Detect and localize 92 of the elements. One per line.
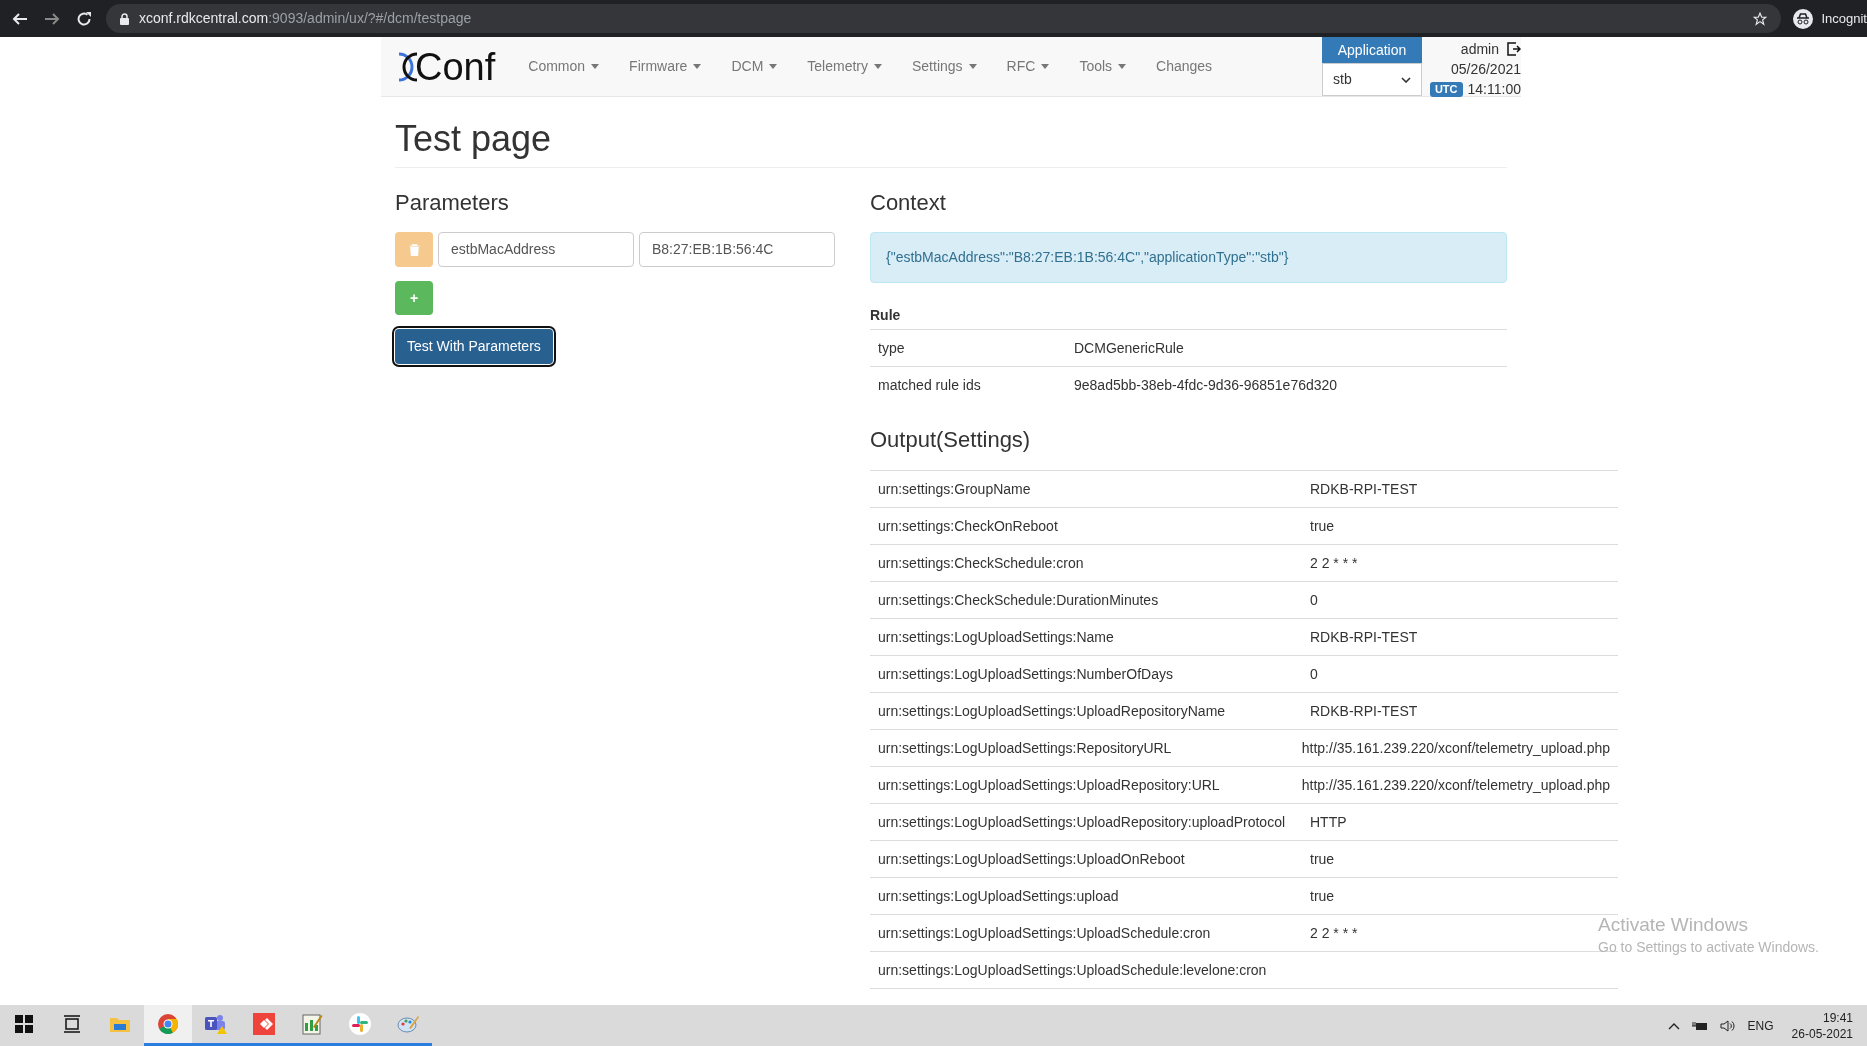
windows-logo-icon [15, 1015, 33, 1033]
remote-app-icon [253, 1013, 275, 1035]
nav-item[interactable]: Changes [1141, 37, 1228, 97]
setting-key: urn:settings:LogUploadSettings:Name [870, 626, 1302, 648]
nav-item[interactable]: Common [513, 37, 615, 97]
time-text: 14:11:00 [1467, 80, 1521, 99]
setting-value: 0 [1309, 590, 1319, 610]
chat-app-icon [203, 1013, 229, 1035]
rule-label: matched rule ids [877, 375, 982, 395]
activation-title: Activate Windows [1598, 913, 1749, 937]
task-view-icon [63, 1015, 81, 1033]
user-name: admin [1460, 40, 1499, 59]
nav-item[interactable]: Telemetry [792, 37, 897, 97]
star-icon[interactable] [1753, 11, 1768, 26]
back-icon[interactable] [12, 10, 28, 27]
setting-value: http://35.161.239.220/xconf/telemetry_upload.php [1300, 775, 1611, 795]
application-label: Application [1322, 37, 1422, 63]
setting-key: urn:settings:LogUploadSettings:UploadSchedule:levelone:cron [870, 959, 1302, 981]
nav-item[interactable]: Firmware [614, 37, 717, 97]
incognito-icon[interactable] [1793, 8, 1814, 29]
palette-icon [397, 1013, 419, 1035]
date-text: 05/26/2021 [1450, 60, 1521, 79]
url-path: :9093/admin/ux/?#/dcm/testpage [268, 9, 472, 28]
caret-icon [591, 64, 600, 69]
rule-label: type [877, 338, 906, 358]
setting-key: urn:settings:LogUploadSettings:UploadRepository:uploadProtocol [870, 811, 1302, 833]
setting-key: urn:settings:LogUploadSettings:UploadRepository:URL [870, 774, 1294, 796]
chevron-up-icon[interactable] [1667, 1021, 1680, 1030]
setting-value: HTTP [1309, 812, 1348, 832]
setting-value: RDKB-RPI-TEST [1309, 479, 1419, 499]
setting-key: urn:settings:LogUploadSettings:upload [870, 885, 1302, 907]
caret-icon [1041, 64, 1050, 69]
nav-item[interactable]: RFC [991, 37, 1065, 97]
battery-icon[interactable] [1691, 1020, 1708, 1031]
nav-item[interactable]: Settings [897, 37, 992, 97]
setting-value: true [1309, 516, 1336, 536]
application-select[interactable]: stb [1322, 63, 1422, 96]
setting-value: true [1309, 849, 1336, 869]
timezone-badge: UTC [1429, 81, 1463, 97]
caret-icon [874, 64, 882, 69]
speaker-icon[interactable] [1719, 1019, 1736, 1032]
context-json: {"estbMacAddress":"B8:27:EB:1B:56:4C","applicationType":"stb"} [870, 232, 1507, 283]
setting-value: 0 [1309, 664, 1319, 684]
browser-icon [157, 1013, 179, 1035]
setting-key: urn:settings:LogUploadSettings:UploadRepositoryName [870, 700, 1302, 722]
trash-icon [408, 243, 420, 256]
lock-icon [120, 12, 129, 25]
setting-key: urn:settings:GroupName [870, 478, 1302, 500]
setting-key: urn:settings:LogUploadSettings:UploadOnReboot [870, 848, 1302, 870]
activation-subtitle: Go to Settings to activate Windows. [1598, 938, 1819, 957]
setting-key: urn:settings:CheckSchedule:DurationMinutes [870, 589, 1302, 611]
setting-value: 2 2 * * * [1309, 553, 1359, 573]
setting-key: urn:settings:LogUploadSettings:UploadSchedule:cron [870, 922, 1302, 944]
setting-value: RDKB-RPI-TEST [1309, 701, 1419, 721]
logo-text[interactable]: Conf [415, 47, 496, 86]
rule-value: DCMGenericRule [1073, 338, 1185, 358]
profile-label[interactable]: Incognit [1821, 8, 1867, 29]
setting-value: RDKB-RPI-TEST [1309, 627, 1419, 647]
test-with-parameters-button[interactable]: Test With Parameters [395, 329, 553, 364]
language-indicator[interactable]: ENG [1747, 1016, 1774, 1035]
caret-icon [769, 64, 778, 69]
folder-icon [109, 1015, 131, 1033]
rule-value: 9e8ad5bb-38eb-4fdc-9d36-96851e76d320 [1073, 375, 1339, 395]
chart-editor-icon [301, 1013, 323, 1035]
setting-value: true [1309, 886, 1336, 906]
caret-icon [1118, 64, 1127, 69]
output-heading: Output(Settings) [870, 427, 1618, 471]
setting-value: http://35.161.239.220/xconf/telemetry_upload.php [1300, 738, 1611, 758]
setting-key: urn:settings:LogUploadSettings:RepositoryURL [870, 737, 1294, 759]
clock-date[interactable]: 26-05-2021 [1791, 1025, 1853, 1042]
logout-icon[interactable] [1507, 42, 1521, 56]
url-host: xconf.rdkcentral.com [139, 9, 269, 28]
setting-key: urn:settings:LogUploadSettings:NumberOfDays [870, 663, 1302, 685]
chevron-down-icon [1401, 76, 1411, 83]
context-heading: Context [870, 190, 947, 216]
caret-icon [968, 64, 977, 69]
address-bar[interactable]: xconf.rdkcentral.com:9093/admin/ux/?#/dcm/testpage [106, 4, 1782, 33]
page-title: Test page [395, 119, 1507, 168]
slack-icon [349, 1013, 371, 1035]
parameters-heading: Parameters [395, 190, 510, 216]
setting-value: 2 2 * * * [1309, 923, 1359, 943]
rule-heading: Rule [870, 306, 902, 325]
parameter-value-field[interactable]: B8:27:EB:1B:56:4C [639, 232, 835, 267]
nav-item[interactable]: DCM [716, 37, 793, 97]
setting-key: urn:settings:CheckSchedule:cron [870, 552, 1302, 574]
caret-icon [693, 64, 702, 69]
forward-icon[interactable] [44, 10, 60, 27]
clock-time[interactable]: 19:41 [1822, 1009, 1853, 1026]
reload-icon[interactable] [76, 10, 92, 27]
nav-item[interactable]: Tools [1064, 37, 1142, 97]
parameter-key-field[interactable]: estbMacAddress [438, 232, 634, 267]
setting-key: urn:settings:CheckOnReboot [870, 515, 1302, 537]
